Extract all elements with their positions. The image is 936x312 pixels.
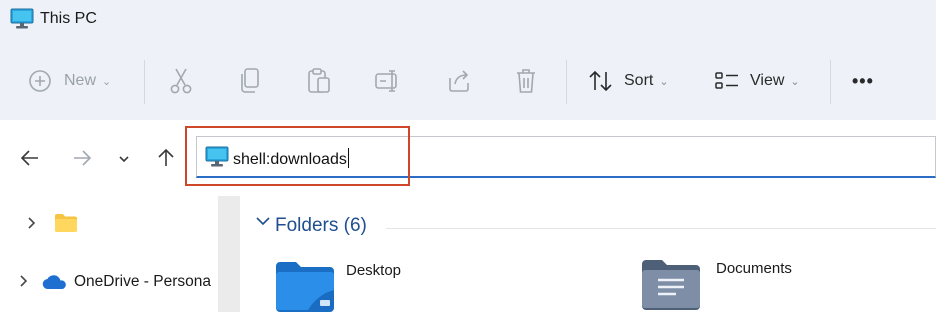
plus-circle-icon — [28, 69, 52, 93]
rename-button[interactable] — [374, 66, 402, 96]
chevron-down-icon: ⌄ — [790, 75, 800, 88]
new-button[interactable]: New ⌄ — [28, 66, 111, 96]
command-bar: New ⌄ Sort ⌄ View ⌄ ••• — [0, 40, 936, 120]
window-title: This PC — [40, 10, 97, 27]
paste-button[interactable] — [306, 66, 332, 96]
folder-item-desktop[interactable]: Desktop — [274, 256, 474, 312]
sort-button[interactable]: Sort ⌄ — [588, 66, 669, 96]
desktop-folder-icon — [274, 260, 336, 312]
view-button[interactable]: View ⌄ — [714, 66, 800, 96]
chevron-down-icon: ⌄ — [659, 75, 669, 88]
cloud-icon — [42, 274, 68, 295]
cut-icon — [168, 67, 194, 95]
navigation-pane: OneDrive - Persona — [0, 196, 218, 312]
sidebar-item-folder[interactable] — [0, 209, 218, 239]
folder-item-documents[interactable]: Documents — [640, 256, 860, 312]
toolbar-divider — [566, 60, 567, 104]
up-arrow-icon — [157, 148, 175, 173]
folder-icon — [54, 213, 78, 238]
group-divider — [386, 228, 936, 229]
up-button[interactable] — [154, 148, 178, 172]
toolbar-divider — [830, 60, 831, 104]
chevron-right-icon[interactable] — [18, 274, 28, 291]
recent-locations-icon — [117, 151, 131, 169]
chevron-right-icon[interactable] — [26, 216, 36, 233]
sidebar-item-onedrive[interactable]: OneDrive - Persona — [0, 267, 218, 297]
new-label: New — [64, 72, 97, 89]
sort-label: Sort — [624, 72, 654, 89]
share-button[interactable] — [446, 66, 472, 96]
documents-folder-icon — [640, 258, 702, 312]
chevron-down-icon[interactable] — [254, 214, 272, 232]
title-bar: This PC — [0, 0, 936, 40]
monitor-icon — [10, 8, 34, 30]
sort-icon — [588, 69, 614, 93]
view-label: View — [750, 72, 785, 89]
folder-name: Desktop — [346, 262, 402, 279]
back-button[interactable] — [18, 148, 42, 172]
copy-icon — [238, 67, 262, 95]
more-icon: ••• — [852, 70, 874, 91]
back-arrow-icon — [20, 149, 40, 172]
share-icon — [446, 68, 472, 94]
rename-icon — [374, 69, 402, 93]
pane-scrollbar[interactable] — [218, 196, 240, 312]
cut-button[interactable] — [168, 66, 194, 96]
paste-icon — [306, 67, 332, 95]
delete-button[interactable] — [514, 66, 538, 96]
forward-arrow-icon — [72, 149, 92, 172]
forward-button[interactable] — [70, 148, 94, 172]
delete-icon — [514, 67, 538, 95]
chevron-down-icon: ⌄ — [102, 75, 112, 88]
content-area: Folders (6) Desktop Documents — [240, 196, 936, 312]
annotation-highlight-box — [185, 126, 410, 186]
navigation-bar: shell:downloads — [0, 120, 936, 196]
recent-locations-button[interactable] — [112, 148, 136, 172]
more-options-button[interactable]: ••• — [852, 66, 874, 96]
toolbar-divider — [144, 60, 145, 104]
group-header-folders[interactable]: Folders (6) — [275, 215, 367, 237]
copy-button[interactable] — [238, 66, 262, 96]
folder-name: Documents — [716, 260, 792, 277]
view-icon — [714, 70, 740, 92]
sidebar-item-label: OneDrive - Persona — [74, 273, 211, 290]
